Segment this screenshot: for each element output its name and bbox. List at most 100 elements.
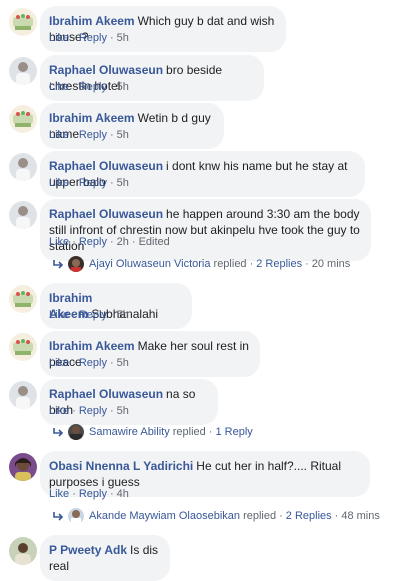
comment-actions: Like · Reply · 5h <box>49 129 129 141</box>
separator: · <box>279 510 283 522</box>
timestamp[interactable]: 5h <box>117 81 129 93</box>
reply-time: 48 mins <box>341 510 380 522</box>
reply-count[interactable]: 2 Replies <box>286 510 332 522</box>
separator: · <box>109 129 114 141</box>
comment-bubble: Ibrahim Akeem Subhanalahi <box>40 283 192 329</box>
reply-link[interactable]: Reply <box>79 129 107 141</box>
reply-author[interactable]: Samawire Ability <box>89 426 170 438</box>
comment-author[interactable]: Raphael Oluwaseun <box>49 159 163 173</box>
replies-summary[interactable]: Akande Maywiam Olaosebikan replied · 2 Rep… <box>52 507 380 525</box>
avatar-cake-icon[interactable] <box>9 285 37 313</box>
reply-link[interactable]: Reply <box>79 488 107 500</box>
reply-verb: replied <box>213 258 247 270</box>
separator: · <box>72 236 76 248</box>
like-link[interactable]: Like <box>49 236 69 248</box>
reply-link[interactable]: Reply <box>79 357 107 369</box>
comment-author[interactable]: Raphael Oluwaseun <box>49 207 163 221</box>
comment-bubble: Ibrahim Akeem Make her soul rest in peace <box>40 331 260 377</box>
reply-arrow-icon <box>52 511 64 521</box>
avatar-person-icon[interactable] <box>9 381 37 409</box>
avatar-cake-icon[interactable] <box>9 333 37 361</box>
like-link[interactable]: Like <box>49 357 69 369</box>
reply-arrow-icon <box>52 259 64 269</box>
avatar-woman-icon[interactable] <box>9 453 37 481</box>
comment-actions: Like · Reply · 5h <box>49 405 129 417</box>
comment-bubble: Ibrahim Akeem Which guy b dat and wish ho… <box>40 6 286 52</box>
reply-arrow-icon <box>52 427 64 437</box>
timestamp[interactable]: 5h <box>117 129 129 141</box>
comment-actions: Like · Reply · 4h <box>49 488 129 500</box>
separator: · <box>72 405 76 417</box>
reply-link[interactable]: Reply <box>79 309 107 321</box>
comment-bubble: Raphael Oluwaseun i dont knw his name but… <box>40 151 365 197</box>
reply-link[interactable]: Reply <box>79 81 107 93</box>
timestamp[interactable]: 2h <box>117 236 129 248</box>
timestamp[interactable]: 4h <box>117 488 129 500</box>
comment-author[interactable]: Ibrahim Akeem <box>49 111 135 125</box>
like-link[interactable]: Like <box>49 81 69 93</box>
separator: · <box>72 488 76 500</box>
comment-actions: Like · Reply · 5h <box>49 32 129 44</box>
comment-actions: Like · Reply · 2h · Edited <box>49 236 170 248</box>
timestamp[interactable]: 5h <box>117 309 129 321</box>
comment-actions: Like · Reply · 5h <box>49 357 129 369</box>
avatar-cake-icon[interactable] <box>9 8 37 36</box>
comment-bubble: Ibrahim Akeem Wetin b d guy name <box>40 103 224 149</box>
separator: · <box>72 309 76 321</box>
timestamp[interactable]: 5h <box>117 32 129 44</box>
avatar-person-icon[interactable] <box>9 201 37 229</box>
comment-author[interactable]: Ibrahim Akeem <box>49 339 135 353</box>
avatar-person-icon[interactable] <box>9 153 37 181</box>
comment-author[interactable]: Raphael Oluwaseun <box>49 387 163 401</box>
separator: · <box>72 129 76 141</box>
comment-bubble: Raphael Oluwaseun na so broh <box>40 379 218 425</box>
comment-bubble: Raphael Oluwaseun he happen around 3:30 a… <box>40 199 371 261</box>
comment-bubble: Raphael Oluwaseun bro beside chrestin hot… <box>40 55 264 101</box>
separator: · <box>109 357 114 369</box>
like-link[interactable]: Like <box>49 129 69 141</box>
comment-author[interactable]: Obasi Nnenna L Yadirichi <box>49 459 193 473</box>
replies-summary[interactable]: Samawire Ability replied · 1 Reply <box>52 423 253 441</box>
avatar-person-icon[interactable] <box>9 57 37 85</box>
reply-link[interactable]: Reply <box>79 405 107 417</box>
comment-author[interactable]: Ibrahim Akeem <box>49 14 135 28</box>
like-link[interactable]: Like <box>49 488 69 500</box>
separator: · <box>109 177 114 189</box>
reply-count[interactable]: 2 Replies <box>256 258 302 270</box>
timestamp[interactable]: 5h <box>117 177 129 189</box>
like-link[interactable]: Like <box>49 32 69 44</box>
separator: · <box>72 357 76 369</box>
reply-link[interactable]: Reply <box>79 32 107 44</box>
reply-avatar <box>68 424 84 440</box>
reply-verb: replied <box>243 510 277 522</box>
reply-avatar <box>68 508 84 524</box>
separator: · <box>208 426 213 438</box>
separator: · <box>109 405 114 417</box>
reply-count[interactable]: 1 Reply <box>215 426 252 438</box>
like-link[interactable]: Like <box>49 177 69 189</box>
comment-actions: Like · Reply · 5h <box>49 177 129 189</box>
like-link[interactable]: Like <box>49 405 69 417</box>
separator: · <box>109 488 114 500</box>
comment-author[interactable]: Raphael Oluwaseun <box>49 63 163 77</box>
reply-author[interactable]: Ajayi Oluwaseun Victoria <box>89 258 210 270</box>
separator: · <box>72 177 76 189</box>
like-link[interactable]: Like <box>49 309 69 321</box>
separator: · <box>305 258 309 270</box>
reply-verb: replied <box>172 426 206 438</box>
separator: · <box>334 510 339 522</box>
separator: · <box>249 258 254 270</box>
edited-label[interactable]: Edited <box>139 236 170 248</box>
reply-link[interactable]: Reply <box>79 177 107 189</box>
separator: · <box>109 309 114 321</box>
avatar-cake-icon[interactable] <box>9 105 37 133</box>
replies-summary[interactable]: Ajayi Oluwaseun Victoria replied · 2 Repli… <box>52 255 350 273</box>
timestamp[interactable]: 5h <box>117 357 129 369</box>
reply-author[interactable]: Akande Maywiam Olaosebikan <box>89 510 240 522</box>
comment-author[interactable]: P Pweety Adk <box>49 543 127 557</box>
timestamp[interactable]: 5h <box>117 405 129 417</box>
avatar-man-icon[interactable] <box>9 537 37 565</box>
separator: · <box>109 236 114 248</box>
reply-link[interactable]: Reply <box>79 236 107 248</box>
comment-actions: Like · Reply · 5h <box>49 309 129 321</box>
